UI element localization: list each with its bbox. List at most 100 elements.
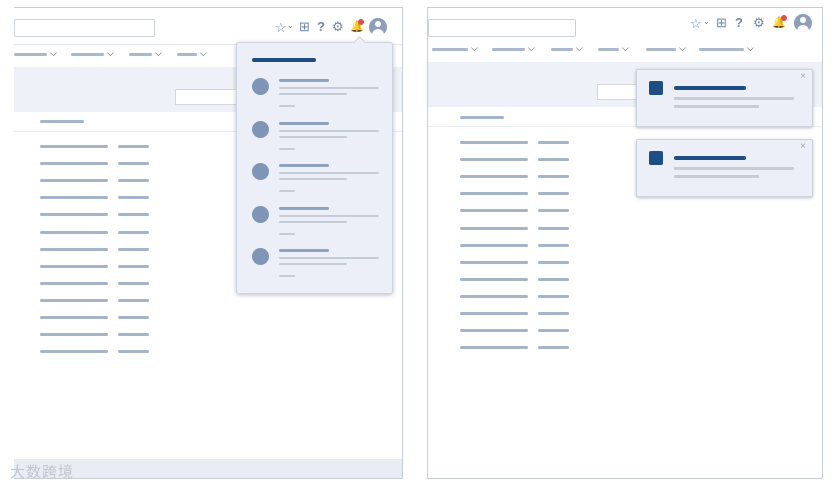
chevron-down-icon[interactable]: ⌵ <box>747 43 754 53</box>
notification-item[interactable] <box>237 247 392 287</box>
toast-title <box>674 156 746 160</box>
row-cell-secondary <box>538 141 569 144</box>
gear-icon[interactable]: ⚙ <box>332 20 344 34</box>
notification-text-line <box>279 164 329 167</box>
nav-item[interactable] <box>432 48 468 51</box>
row-cell-secondary <box>538 260 569 264</box>
nav-item[interactable] <box>699 48 744 51</box>
nav-item[interactable] <box>551 48 573 51</box>
notification-text-line <box>279 275 295 277</box>
notification-text-line <box>279 214 379 217</box>
toast-notification: × <box>636 69 813 127</box>
row-cell-secondary <box>118 145 149 148</box>
row-cell-secondary <box>538 277 569 281</box>
notification-avatar <box>252 248 269 265</box>
close-icon[interactable]: × <box>800 142 806 152</box>
search-input[interactable] <box>428 19 576 37</box>
gear-icon[interactable]: ⚙ <box>753 16 765 30</box>
row-cell-primary <box>40 162 108 166</box>
nav-item[interactable] <box>14 53 47 56</box>
filter-input[interactable] <box>175 89 237 105</box>
nav-item[interactable] <box>598 48 619 51</box>
chevron-down-icon[interactable]: ⌄ <box>287 19 294 33</box>
toast-text-line <box>674 97 794 100</box>
plus-square-icon[interactable]: ⊞ <box>299 20 310 34</box>
notification-text-line <box>279 79 329 82</box>
row-cell-secondary <box>538 192 569 196</box>
row-cell-primary <box>40 350 108 354</box>
nav-item[interactable] <box>177 53 197 56</box>
chevron-down-icon[interactable]: ⌵ <box>200 48 207 58</box>
row-cell-primary <box>40 213 108 217</box>
plus-square-icon[interactable]: ⊞ <box>716 16 727 30</box>
row-cell-primary <box>460 260 528 264</box>
chevron-down-icon[interactable]: ⌵ <box>528 43 535 53</box>
row-cell-primary <box>460 346 528 350</box>
help-icon[interactable]: ? <box>735 16 743 30</box>
user-avatar-icon[interactable] <box>794 14 812 32</box>
chevron-down-icon[interactable]: ⌵ <box>471 43 478 53</box>
chevron-down-icon[interactable]: ⌵ <box>107 48 114 58</box>
nav-item[interactable] <box>71 53 104 56</box>
notification-avatar <box>252 163 269 180</box>
row-cell-primary <box>40 298 108 302</box>
toast-icon <box>649 151 663 165</box>
nav-item[interactable] <box>646 48 676 51</box>
notification-text-line <box>279 121 329 125</box>
row-cell-primary <box>460 175 528 179</box>
row-cell-primary <box>460 209 528 213</box>
user-avatar-icon[interactable] <box>369 18 387 36</box>
row-cell-secondary <box>538 312 569 315</box>
dropdown-title <box>252 58 316 62</box>
row-cell-primary <box>460 192 528 196</box>
row-cell-primary <box>460 294 528 298</box>
row-cell-secondary <box>118 247 149 251</box>
help-icon[interactable]: ? <box>317 20 325 34</box>
notification-avatar <box>252 78 269 95</box>
nav-item[interactable] <box>492 48 525 51</box>
notification-badge <box>781 15 787 21</box>
chevron-down-icon[interactable]: ⌵ <box>155 48 162 58</box>
row-cell-primary <box>40 230 108 234</box>
main-navigation: ⌵ ⌵ ⌵ ⌵ ⌵ ⌵ <box>428 40 822 62</box>
chevron-down-icon[interactable]: ⌵ <box>679 43 686 53</box>
row-cell-secondary <box>118 213 149 217</box>
chevron-down-icon[interactable]: ⌄ <box>703 15 710 29</box>
notification-text-line <box>279 249 329 252</box>
notification-text-line <box>279 135 347 138</box>
row-cell-secondary <box>538 329 569 333</box>
notification-item[interactable] <box>237 120 392 160</box>
star-icon[interactable]: ☆ <box>690 17 702 31</box>
row-cell-primary <box>40 281 108 285</box>
notification-item[interactable] <box>237 205 392 245</box>
notification-badge <box>358 19 364 25</box>
chevron-down-icon[interactable]: ⌵ <box>576 43 583 53</box>
row-cell-secondary <box>538 158 569 162</box>
row-cell-secondary <box>118 179 149 183</box>
notification-item[interactable] <box>237 162 392 202</box>
row-cell-primary <box>40 196 108 200</box>
chevron-down-icon[interactable]: ⌵ <box>622 43 629 53</box>
row-cell-secondary <box>118 350 149 354</box>
notification-text-line <box>279 263 347 265</box>
row-cell-primary <box>40 145 108 148</box>
notification-text-line <box>279 105 295 107</box>
search-input[interactable] <box>14 19 155 37</box>
row-cell-secondary <box>538 294 569 298</box>
row-cell-secondary <box>118 281 149 285</box>
close-icon[interactable]: × <box>800 72 806 82</box>
row-cell-primary <box>40 333 108 337</box>
notification-avatar <box>252 205 269 223</box>
notifications-dropdown <box>236 36 393 294</box>
row-cell-primary <box>40 247 108 251</box>
chevron-down-icon[interactable]: ⌵ <box>50 48 57 58</box>
nav-item[interactable] <box>129 53 152 56</box>
row-cell-primary <box>40 179 108 183</box>
toast-icon <box>649 81 663 95</box>
star-icon[interactable]: ☆ <box>275 21 287 35</box>
row-cell-primary <box>40 264 108 268</box>
row-cell-secondary <box>118 316 149 319</box>
row-cell-secondary <box>118 230 149 234</box>
notification-item[interactable] <box>237 77 392 117</box>
row-cell-primary <box>460 141 528 144</box>
